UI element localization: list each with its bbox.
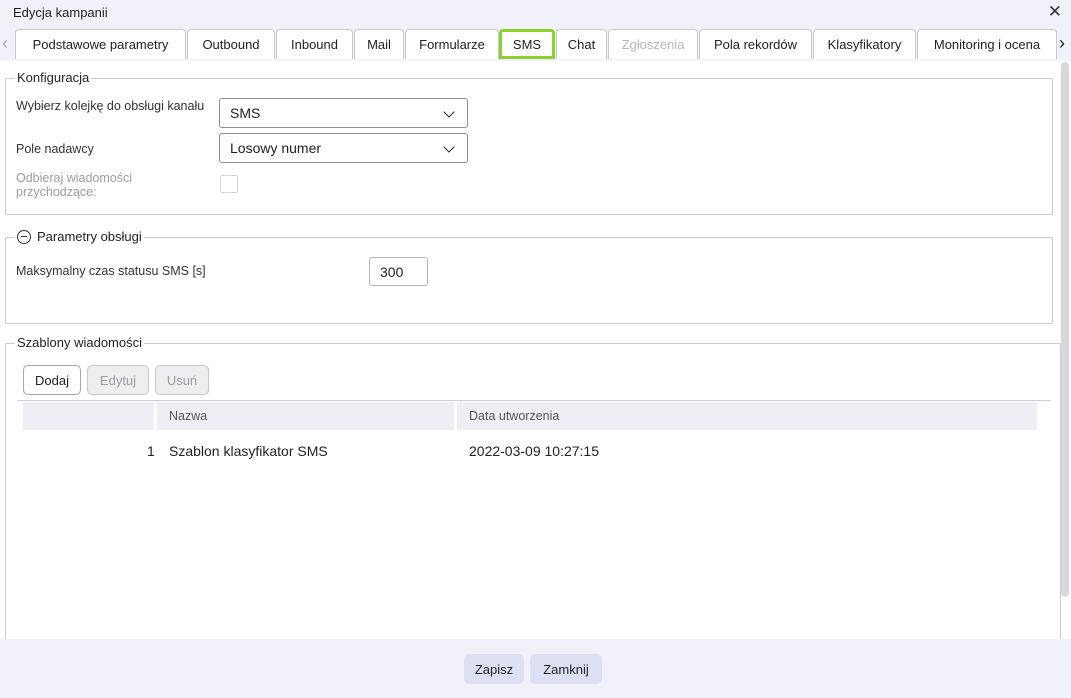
konfiguracja-legend: Konfiguracja [15, 70, 92, 85]
queue-select[interactable]: SMS [219, 98, 468, 128]
tab-sms[interactable]: SMS [499, 29, 555, 59]
max-time-input[interactable]: 300 [369, 257, 428, 286]
column-header-data-utworzenia[interactable]: Data utworzenia [457, 402, 1037, 430]
max-time-label: Maksymalny czas statusu SMS [s] [16, 264, 206, 278]
tab-outbound[interactable]: Outbound [187, 29, 275, 59]
parametry-legend-text: Parametry obsługi [37, 229, 142, 244]
row-name: Szablon klasyfikator SMS [169, 443, 328, 459]
delete-button: Usuń [155, 365, 209, 395]
collapse-icon[interactable] [17, 229, 31, 244]
sender-select-value: Losowy numer [230, 140, 322, 156]
close-icon[interactable]: ✕ [1048, 3, 1062, 21]
tab-chat[interactable]: Chat [556, 29, 607, 59]
tab-strip: ‹ Podstawowe parametry Outbound Inbound … [0, 27, 1071, 61]
row-created: 2022-03-09 10:27:15 [469, 443, 599, 459]
tab-monitoring-i-ocena[interactable]: Monitoring i ocena [917, 29, 1057, 59]
dialog-title: Edycja kampanii [13, 5, 108, 20]
szablony-legend: Szablony wiadomości [15, 335, 145, 350]
incoming-checkbox [220, 175, 238, 193]
add-button[interactable]: Dodaj [23, 365, 81, 395]
szablony-group: Szablony wiadomości Dodaj Edytuj Usuń Na… [5, 335, 1061, 653]
column-header-nazwa[interactable]: Nazwa [157, 402, 454, 430]
title-bar: Edycja kampanii ✕ [0, 0, 1071, 27]
footer-bar: Zapisz Zamknij [0, 639, 1071, 698]
table-top-divider [17, 400, 1051, 401]
chevron-right-icon[interactable]: › [1059, 33, 1065, 53]
tab-zgloszenia: Zgłoszenia [608, 29, 698, 59]
tab-podstawowe-parametry[interactable]: Podstawowe parametry [15, 29, 186, 59]
save-button[interactable]: Zapisz [464, 654, 524, 684]
parametry-legend: Parametry obsługi [15, 229, 144, 244]
konfiguracja-group: Konfiguracja Wybierz kolejkę do obsługi … [5, 70, 1053, 215]
edit-button: Edytuj [87, 365, 149, 395]
max-time-value: 300 [380, 263, 404, 280]
chevron-down-icon [443, 106, 455, 118]
queue-select-value: SMS [230, 105, 261, 121]
sender-label: Pole nadawcy [16, 142, 94, 156]
table-index-header [23, 402, 154, 430]
vertical-scrollbar[interactable] [1061, 62, 1069, 597]
parametry-group: Parametry obsługi Maksymalny czas status… [5, 229, 1053, 324]
campaign-edit-dialog: Edycja kampanii ✕ ‹ Podstawowe parametry… [0, 0, 1071, 698]
incoming-label: Odbieraj wiadomości przychodzące: [16, 171, 133, 199]
close-button[interactable]: Zamknij [530, 654, 602, 684]
tab-pola-rekordow[interactable]: Pola rekordów [699, 29, 812, 59]
tab-formularze[interactable]: Formularze [405, 29, 499, 59]
queue-label: Wybierz kolejkę do obsługi kanału [16, 99, 205, 113]
row-index: 1 [147, 443, 155, 459]
sender-select[interactable]: Losowy numer [219, 133, 468, 163]
tab-klasyfikatory[interactable]: Klasyfikatory [813, 29, 916, 59]
tab-mail[interactable]: Mail [354, 29, 404, 59]
chevron-left-icon[interactable]: ‹ [2, 33, 8, 53]
chevron-down-icon [443, 141, 455, 153]
tab-inbound[interactable]: Inbound [276, 29, 353, 59]
